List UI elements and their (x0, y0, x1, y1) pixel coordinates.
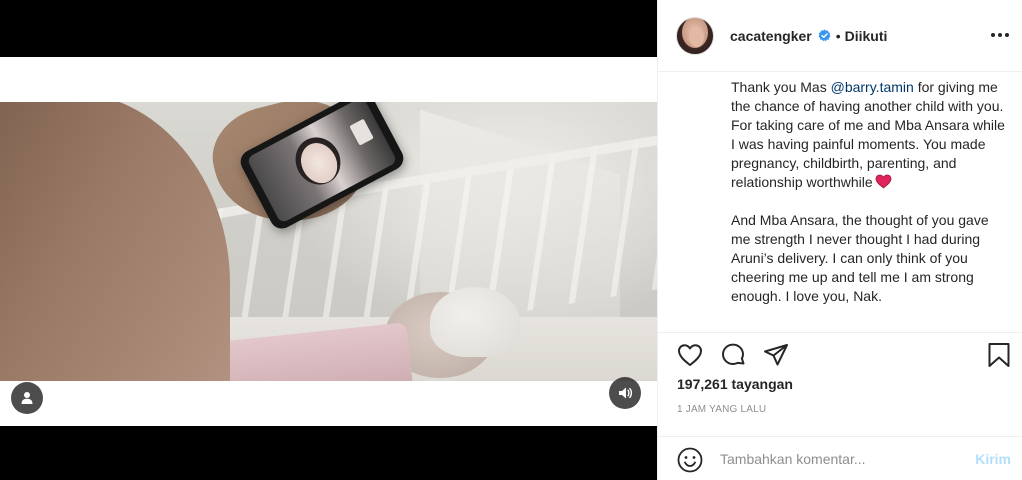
sound-toggle-button[interactable] (609, 377, 641, 409)
mention-link[interactable]: @barry.tamin (831, 79, 914, 95)
post-caption: Thank you Mas @barry.tamin for giving me… (731, 78, 1006, 323)
post-timestamp[interactable]: 1 JAM YANG LALU (677, 404, 766, 415)
separator-dot: • (835, 27, 841, 44)
post-comment-button[interactable]: Kirim (975, 451, 1011, 467)
view-count[interactable]: 197,261 tayangan (677, 376, 793, 392)
verified-badge-icon (818, 29, 831, 42)
post-details-panel: cacatengker • Diikuti Thank you Mas @bar… (657, 0, 1022, 480)
comment-form: Kirim (658, 436, 1022, 480)
tagged-users-button[interactable] (11, 382, 43, 414)
user-tag-icon (21, 392, 33, 404)
more-options-icon (991, 33, 995, 37)
comment-button[interactable] (719, 341, 747, 369)
emoji-picker-button[interactable] (676, 446, 704, 474)
save-button[interactable] (985, 341, 1013, 369)
speaker-icon (619, 387, 633, 399)
red-heart-emoji (875, 174, 892, 189)
caption-paragraph-2: And Mba Ansara, the thought of you gave … (731, 212, 989, 304)
action-bar (658, 332, 1022, 376)
more-options-button[interactable] (991, 26, 1009, 44)
bookmark-icon (988, 343, 1010, 367)
like-button[interactable] (676, 341, 704, 369)
post-header: cacatengker • Diikuti (658, 0, 1022, 72)
comment-bubble-icon (722, 343, 745, 365)
follow-status-button[interactable]: Diikuti (845, 28, 888, 44)
video-still (0, 102, 657, 381)
smiley-icon (677, 447, 703, 473)
post-media[interactable] (0, 0, 657, 480)
comment-input[interactable] (720, 447, 960, 471)
share-button[interactable] (762, 341, 790, 369)
video-frame[interactable] (0, 57, 657, 426)
avatar[interactable] (676, 16, 714, 55)
heart-outline-icon (678, 344, 702, 366)
paper-plane-icon (764, 344, 788, 366)
caption-paragraph-1: Thank you Mas @barry.tamin for giving me… (731, 79, 1005, 190)
username-link[interactable]: cacatengker (730, 28, 812, 44)
